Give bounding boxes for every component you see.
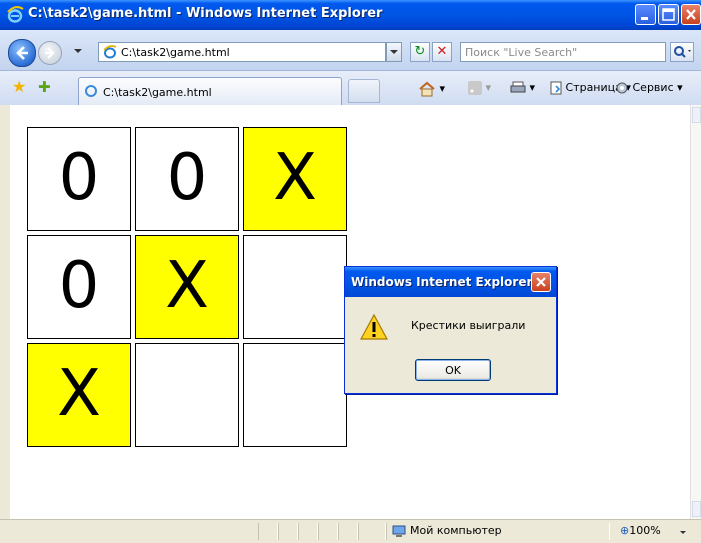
address-url: C:\task2\game.html [121,46,230,59]
close-icon [536,277,546,287]
tab-label: C:\task2\game.html [103,86,212,99]
search-box[interactable] [460,42,666,62]
board-cell[interactable]: X [27,343,131,447]
vertical-scrollbar[interactable] [690,105,701,519]
tools-menu[interactable]: Сервис ▾ [615,81,683,95]
minimize-icon [641,17,648,20]
new-tab-button[interactable] [348,79,380,103]
page-icon [550,81,562,95]
back-arrow-icon [16,46,28,60]
status-pane [258,523,278,540]
forward-button[interactable] [38,41,62,65]
alert-dialog: Windows Internet Explorer Крестики выигр… [344,266,557,394]
back-button[interactable] [8,39,36,67]
navigation-bar: C:\task2\game.html ↻ ✕ [0,30,701,71]
zoom-level[interactable]: ⊕100% [620,524,661,537]
feeds-button[interactable]: ▾ [468,81,491,95]
home-button[interactable]: ▾ [418,81,445,97]
tab-game[interactable]: C:\task2\game.html [78,77,342,105]
zoom-dropdown[interactable] [680,531,686,534]
zoom-label: 100% [629,524,661,537]
stop-icon: ✕ [436,44,448,59]
search-input[interactable] [465,44,655,60]
dialog-title-bar[interactable]: Windows Internet Explorer [345,267,556,297]
address-dropdown-button[interactable] [386,42,402,62]
board-cell[interactable] [243,343,347,447]
ok-button[interactable]: OK [415,359,491,381]
board-cell[interactable]: X [135,235,239,339]
status-pane [358,523,386,540]
print-button[interactable]: ▾ [510,81,535,95]
status-pane [318,523,338,540]
window-title: C:\task2\game.html - Windows Internet Ex… [28,6,383,21]
board-cell[interactable]: 0 [27,127,131,231]
zoom-icon: ⊕ [620,524,630,537]
security-zone-label: Мой компьютер [410,524,502,537]
print-icon [510,81,526,93]
address-field[interactable]: C:\task2\game.html [98,42,386,62]
dialog-title: Windows Internet Explorer [351,275,533,289]
forward-arrow-icon [45,47,55,59]
minimize-button[interactable] [635,4,656,25]
loading-tab-icon [85,85,97,97]
gear-icon [616,82,628,94]
close-icon [686,9,696,20]
status-pane [338,523,358,540]
ie-logo-icon [7,6,24,23]
refresh-button[interactable]: ↻ [410,42,430,62]
rss-feed-icon [468,81,482,95]
status-bar: Мой компьютер ⊕100% [0,519,701,543]
favorites-center-icon[interactable]: ★ [12,79,26,95]
status-pane [298,523,318,540]
dialog-close-button[interactable] [531,272,551,292]
dialog-message: Крестики выиграли [411,319,526,332]
search-button[interactable] [670,42,694,62]
home-icon [419,81,435,97]
left-window-frame [0,105,10,519]
my-computer-icon [392,525,406,537]
maximize-button[interactable] [658,4,679,25]
close-window-button[interactable] [681,4,701,25]
recent-pages-dropdown[interactable] [74,49,82,53]
refresh-icon: ↻ [414,44,426,59]
tools-menu-label: Сервис [632,81,674,94]
board-cell[interactable]: 0 [27,235,131,339]
tab-bar: ★ ✚ C:\task2\game.html ▾ ▾ ▾ Страница ▾ … [0,71,701,106]
search-icon [674,46,691,58]
ie-page-icon [103,45,117,59]
board-cell[interactable] [135,343,239,447]
scroll-up-button[interactable] [692,107,701,123]
warning-icon [359,313,389,340]
maximize-icon [662,8,675,21]
page-menu-label: Страница [565,81,622,94]
security-zone[interactable]: Мой компьютер [392,524,502,538]
scroll-down-button[interactable] [692,501,701,517]
window-title-bar[interactable]: C:\task2\game.html - Windows Internet Ex… [0,0,701,30]
status-pane [278,523,298,540]
board-cell[interactable]: X [243,127,347,231]
stop-button[interactable]: ✕ [432,42,452,62]
board-cell[interactable]: 0 [135,127,239,231]
add-to-favorites-icon[interactable]: ✚ [38,79,51,95]
board-cell[interactable] [243,235,347,339]
